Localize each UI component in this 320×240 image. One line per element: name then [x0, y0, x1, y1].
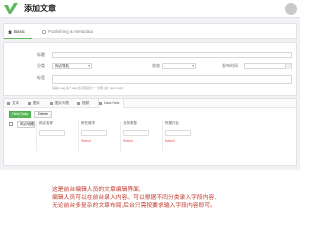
column-input[interactable]: [123, 130, 149, 136]
category-label: 分类: [37, 63, 45, 68]
row-checkbox[interactable]: [9, 122, 13, 126]
column-input[interactable]: [39, 130, 65, 136]
tool-tab-label: 图片: [33, 101, 40, 105]
column-select[interactable]: Select: [123, 139, 133, 144]
category-select[interactable]: 网点导航 ▾: [52, 63, 92, 69]
annotation-text: 这是前台编辑人员的文章编辑界面, 编辑人员可以在前台录入内容。可以根据不同分类录…: [52, 186, 292, 211]
home-icon: [8, 29, 12, 34]
title-input[interactable]: [52, 52, 292, 58]
tab-basic-label: Basic: [14, 29, 26, 34]
column-select[interactable]: Select: [165, 139, 175, 144]
column-header: 网点名称: [39, 121, 53, 125]
text-icon: [7, 102, 10, 105]
category-value: 网点导航: [55, 64, 69, 68]
column-header: 所在城市: [81, 121, 95, 125]
app-header: 添加文章: [0, 0, 300, 18]
tab-basic[interactable]: Basic: [4, 24, 32, 39]
tab-publishing[interactable]: Publishing & Metadata: [40, 24, 93, 39]
date-input[interactable]: [244, 63, 292, 69]
table-column: 所在城市 Select: [78, 121, 108, 151]
tool-tab-gallery[interactable]: 图片列表: [50, 99, 69, 108]
basic-form: 标题 分类 网点导航 ▾ 状态 ▾ 发布时间 标签 请输入tag,多个tags之…: [3, 42, 297, 96]
tool-tab-video[interactable]: 视频: [77, 99, 89, 108]
column-select[interactable]: Select: [81, 139, 91, 144]
chevron-down-icon: ▾: [192, 64, 194, 68]
tags-label: 标签: [37, 75, 45, 80]
column-header: 所属行业: [165, 121, 179, 125]
annotation-line: 无论前台多复杂的文章布局,后台只需按要求输入字段内容即可。: [52, 203, 216, 210]
tool-tab-image[interactable]: 图片: [28, 99, 40, 108]
annotation-line: 这是前台编辑人员的文章编辑界面,: [52, 187, 141, 193]
table-column: 网点名称: [36, 121, 66, 151]
gallery-icon: [50, 102, 53, 105]
tool-tab-label: Data Sets: [104, 101, 120, 105]
tags-hint: 请输入tag,多个tags之间用英文 "," 分隔 (如: tag1,tag2): [52, 86, 124, 90]
status-select[interactable]: ▾: [162, 63, 196, 69]
tool-tab-label: 图片列表: [55, 101, 69, 105]
video-icon: [77, 102, 80, 105]
chevron-down-icon: ▾: [88, 64, 90, 68]
tags-input[interactable]: [52, 75, 292, 84]
date-label: 发布时间: [222, 63, 238, 68]
gear-icon: [42, 29, 46, 34]
tool-tab-label: 视频: [82, 101, 89, 105]
tool-tab-datasets[interactable]: Data Sets: [98, 99, 124, 108]
tool-tab-label: 文本: [12, 101, 19, 105]
form-tabs: Basic Publishing & Metadata: [3, 23, 297, 39]
annotation-line: 编辑人员可以在前台录入内容。可以根据不同分类录入字段内容,: [52, 195, 216, 202]
column-input[interactable]: [81, 130, 107, 136]
tab-publishing-label: Publishing & Metadata: [48, 29, 94, 34]
main-content: Basic Publishing & Metadata 标题 分类 网点导航 ▾…: [0, 18, 300, 170]
status-label: 状态: [152, 63, 160, 68]
table-icon: [99, 102, 102, 105]
tool-tab-text[interactable]: 文本: [7, 99, 19, 108]
delete-button[interactable]: Delete: [34, 111, 52, 118]
chevron-down-icon: ▾: [31, 122, 33, 126]
new-data-set-button[interactable]: New Data Set: [9, 111, 31, 121]
content-editor: 文本 图片 图片列表 视频 Data Sets New Data Set Del…: [3, 98, 297, 166]
image-icon: [28, 102, 31, 105]
calendar-icon[interactable]: [285, 64, 291, 69]
editor-toolbar: 文本 图片 图片列表 视频 Data Sets: [4, 99, 296, 108]
table-column: 业务类型 Select: [120, 121, 150, 151]
data-set-table: 网点地图 ▾ 网点名称 所在城市 Select 业务类型 Select 所属行业…: [9, 121, 292, 153]
table-column: 所属行业 Select: [162, 121, 192, 151]
column-header: 业务类型: [123, 121, 137, 125]
page-title: 添加文章: [24, 4, 56, 13]
avatar[interactable]: [285, 3, 297, 15]
title-label: 标题: [37, 52, 45, 57]
logo-icon: [4, 3, 18, 14]
row-type-select[interactable]: 网点地图 ▾: [17, 121, 35, 128]
column-input[interactable]: [165, 130, 191, 136]
